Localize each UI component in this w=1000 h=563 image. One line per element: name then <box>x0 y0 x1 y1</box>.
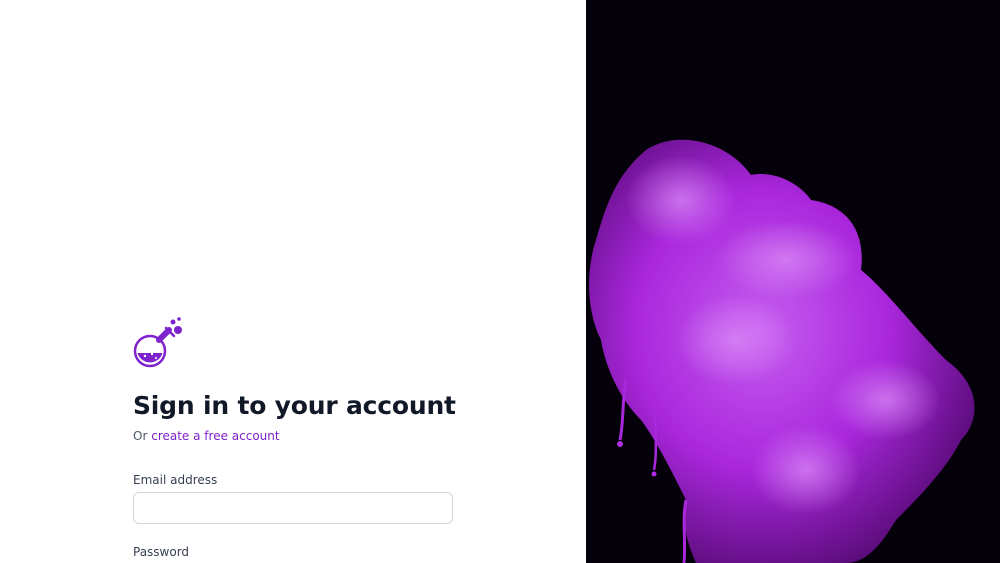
signin-subtitle: Or create a free account <box>133 428 453 444</box>
hero-image-panel <box>586 0 1000 563</box>
purple-ink-smoke-image <box>586 0 1000 563</box>
create-account-link[interactable]: create a free account <box>151 429 279 443</box>
signin-page: Sign in to your account Or create a free… <box>0 0 1000 563</box>
signin-form: Sign in to your account Or create a free… <box>133 316 456 560</box>
email-label: Email address <box>133 473 218 487</box>
signin-panel: Sign in to your account Or create a free… <box>0 0 586 563</box>
flask-icon <box>133 317 182 368</box>
password-label: Password <box>133 545 190 559</box>
page-title: Sign in to your account <box>133 391 456 420</box>
subtitle-prefix: Or <box>133 429 148 443</box>
email-field[interactable] <box>133 492 453 524</box>
